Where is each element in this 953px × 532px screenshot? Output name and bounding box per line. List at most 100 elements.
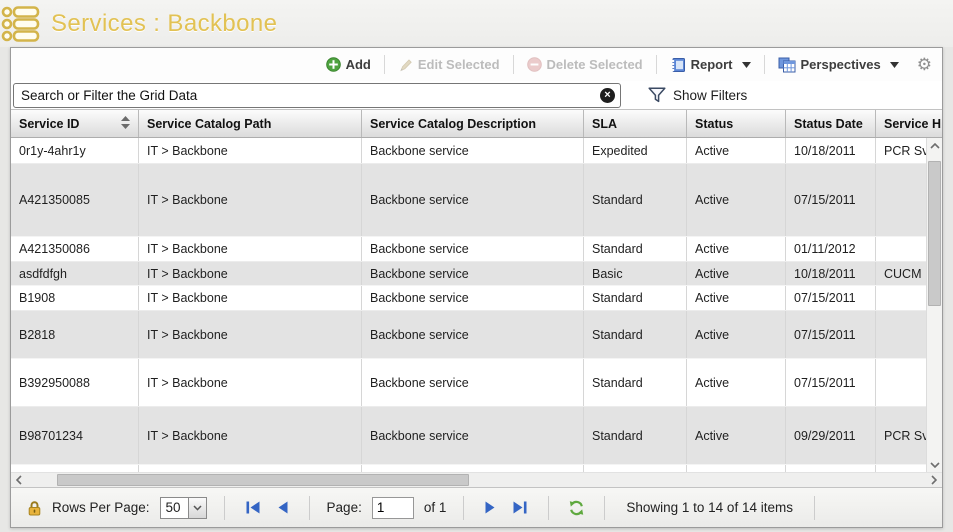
column-header-service-id[interactable]: Service ID: [11, 110, 139, 137]
column-header-service-catalog-path[interactable]: Service Catalog Path: [139, 110, 362, 137]
clear-search-icon[interactable]: ×: [600, 88, 615, 103]
footer-separator: [463, 496, 464, 520]
table-cell: Backbone service: [362, 286, 584, 310]
table-cell: IT > Backbone: [139, 138, 362, 163]
search-row: × Show Filters: [11, 81, 942, 109]
pencil-icon: [398, 57, 413, 72]
column-header-label: Service ID: [19, 117, 79, 131]
table-cell: [876, 311, 926, 358]
column-header-sla[interactable]: SLA: [584, 110, 687, 137]
search-input[interactable]: [13, 83, 621, 108]
table-cell: [876, 164, 926, 236]
table-row[interactable]: B392950088IT > BackboneBackbone serviceS…: [11, 359, 926, 407]
table-cell: A421350085: [11, 164, 139, 236]
rows-per-page-label: Rows Per Page:: [52, 500, 150, 515]
table-row[interactable]: 0r1y-4ahr1yIT > BackboneBackbone service…: [11, 138, 926, 164]
table-row[interactable]: B1908IT > BackboneBackbone serviceStanda…: [11, 286, 926, 311]
refresh-button[interactable]: [566, 499, 587, 517]
table-cell: 07/15/2011: [786, 164, 876, 236]
table-cell: [876, 237, 926, 261]
table-cell: [876, 359, 926, 406]
table-cell: Backbone service: [362, 164, 584, 236]
search-box: ×: [13, 83, 621, 108]
table-row[interactable]: A421350086IT > BackboneBackbone serviceS…: [11, 237, 926, 262]
scroll-down-icon[interactable]: [927, 457, 942, 472]
show-filters-label: Show Filters: [673, 88, 747, 103]
chevron-down-icon: [890, 62, 899, 68]
column-header-service-catalog-description[interactable]: Service Catalog Description: [362, 110, 584, 137]
pagination-bar: Rows Per Page: 50 Page: of 1: [11, 487, 942, 527]
page-label: Page:: [327, 500, 362, 515]
column-header-status-date[interactable]: Status Date: [786, 110, 876, 137]
table-row[interactable]: B98701234IT > BackboneBackbone serviceSt…: [11, 407, 926, 465]
table-cell: Standard: [584, 164, 687, 236]
footer-separator: [224, 496, 225, 520]
table-cell: B2818: [11, 311, 139, 358]
page-of-label: of 1: [424, 500, 447, 515]
table-cell: B392950088: [11, 359, 139, 406]
toolbar-separator: [513, 55, 514, 74]
column-header-status[interactable]: Status: [687, 110, 786, 137]
rows-per-page-select[interactable]: 50: [160, 497, 207, 519]
horizontal-scroll-track[interactable]: [27, 473, 926, 487]
table-cell: IT > Backbone: [139, 237, 362, 261]
table-cell: Backbone service: [362, 237, 584, 261]
table-cell: CUCM: [876, 262, 926, 285]
table-cell: Standard: [584, 359, 687, 406]
table-cell: A421350086: [11, 237, 139, 261]
gear-icon[interactable]: ⚙: [917, 56, 932, 73]
report-button[interactable]: Report: [666, 55, 755, 75]
column-header-label: Service H: [884, 117, 941, 131]
footer-separator: [814, 496, 815, 520]
page-number-input[interactable]: [372, 497, 414, 519]
horizontal-scrollbar[interactable]: [11, 472, 942, 487]
delete-selected-button[interactable]: Delete Selected: [523, 55, 647, 74]
table-cell: 10/18/2011: [786, 262, 876, 285]
table-cell: [687, 465, 786, 472]
showing-items-text: Showing 1 to 14 of 14 items: [626, 500, 793, 515]
last-page-button[interactable]: [509, 500, 531, 515]
scroll-up-icon[interactable]: [927, 138, 942, 153]
vertical-scroll-thumb[interactable]: [928, 161, 941, 306]
first-page-button[interactable]: [242, 500, 264, 515]
show-filters-button[interactable]: Show Filters: [648, 87, 747, 103]
table-cell: IT > Backbone: [139, 407, 362, 464]
edit-selected-button[interactable]: Edit Selected: [394, 55, 504, 74]
table-cell: Expedited: [584, 138, 687, 163]
sort-arrows-icon[interactable]: [117, 116, 130, 132]
column-header-service-h[interactable]: Service H: [876, 110, 942, 137]
table-cell: [876, 465, 926, 472]
column-header-label: Status: [695, 117, 733, 131]
toolbar-separator: [764, 55, 765, 74]
table-cell: 09/29/2011: [786, 407, 876, 464]
table-cell: 07/15/2011: [786, 286, 876, 310]
table-cell: Backbone service: [362, 262, 584, 285]
table-row[interactable]: B2818IT > BackboneBackbone serviceStanda…: [11, 311, 926, 359]
table-row[interactable]: asdfdfghIT > BackboneBackbone serviceBas…: [11, 262, 926, 286]
add-button[interactable]: Add: [322, 55, 375, 74]
vertical-scroll-track[interactable]: [927, 153, 942, 457]
toolbar-separator: [656, 55, 657, 74]
table-cell: Standard: [584, 286, 687, 310]
table-cell: Active: [687, 138, 786, 163]
scroll-left-icon[interactable]: [11, 473, 27, 487]
table-cell: Active: [687, 407, 786, 464]
footer-separator: [604, 496, 605, 520]
horizontal-scroll-thumb[interactable]: [57, 474, 469, 486]
previous-page-button[interactable]: [274, 500, 292, 515]
table-cell: 07/15/2011: [786, 311, 876, 358]
table-row[interactable]: A421350085IT > BackboneBackbone serviceS…: [11, 164, 926, 237]
table-cell: 0r1y-4ahr1y: [11, 138, 139, 163]
perspectives-button[interactable]: Perspectives: [774, 55, 903, 75]
report-button-label: Report: [691, 57, 733, 72]
scroll-right-icon[interactable]: [926, 473, 942, 487]
table-cell: [876, 286, 926, 310]
table-cell: 10/18/2011: [786, 138, 876, 163]
table-cell: PCR Sv: [876, 407, 926, 464]
vertical-scrollbar[interactable]: [926, 138, 942, 472]
next-page-button[interactable]: [481, 500, 499, 515]
edit-selected-label: Edit Selected: [418, 57, 500, 72]
table-row-partial: [11, 465, 926, 472]
toolbar: Add Edit Selected Delete Selected: [11, 48, 942, 81]
column-header-label: Status Date: [794, 117, 863, 131]
